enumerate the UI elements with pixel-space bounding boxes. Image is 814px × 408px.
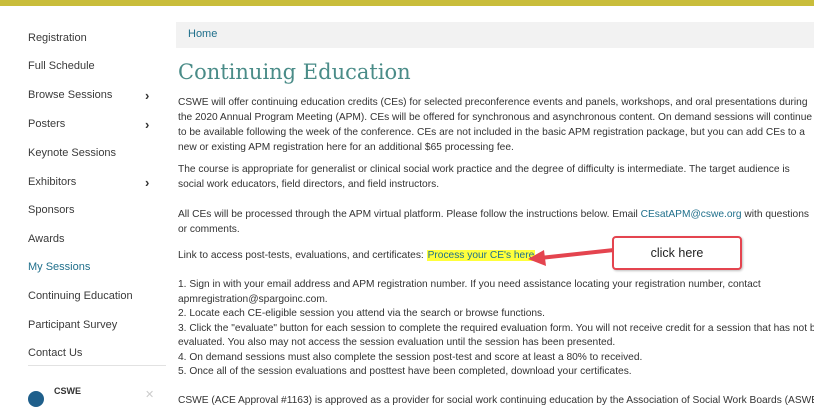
sidebar-item-full-schedule[interactable]: Full Schedule [0, 53, 166, 81]
sidebar-item-label: Posters [28, 118, 66, 130]
breadcrumb-home-link[interactable]: Home [188, 28, 217, 40]
breadcrumb: Home [176, 22, 814, 48]
chevron-right-icon: › [145, 88, 150, 103]
sidebar-item-label: Participant Survey [28, 319, 118, 331]
sidebar-item-sponsors[interactable]: Sponsors [0, 197, 166, 225]
steps-list: 1. Sign in with your email address and A… [178, 278, 814, 380]
instructions-paragraph: All CEs will be processed through the AP… [178, 207, 814, 237]
callout-label: click here [650, 246, 704, 260]
sidebar-nav: Registration Full Schedule Browse Sessio… [0, 14, 166, 406]
audience-paragraph: The course is appropriate for generalist… [178, 164, 790, 190]
sidebar-item-label: Full Schedule [28, 60, 95, 72]
click-here-callout: click here [612, 236, 742, 270]
cswe-logo[interactable]: CSWE [28, 384, 88, 407]
sidebar-item-label: Browse Sessions [28, 89, 113, 101]
step-5: 5. Once all of the session evaluations a… [178, 366, 632, 377]
sidebar-item-participant-survey[interactable]: Participant Survey [0, 312, 166, 340]
red-arrow-icon [528, 248, 615, 266]
sidebar-item-label: Continuing Education [28, 290, 133, 302]
step-1-email: apmregistration@spargoinc.com. [178, 293, 328, 305]
intro-paragraph: CSWE will offer continuing education cre… [178, 97, 813, 153]
sidebar-item-label: Contact Us [28, 347, 83, 359]
step-3-cont: evaluated. You also may not access the s… [178, 337, 616, 348]
step-4: 4. On demand sessions must also complete… [178, 351, 643, 363]
sidebar-item-posters[interactable]: Posters › [0, 111, 166, 139]
sidebar-item-label: Exhibitors [28, 176, 77, 188]
step-2: 2. Locate each CE-eligible session you a… [178, 308, 545, 319]
sidebar-item-exhibitors[interactable]: Exhibitors › [0, 169, 166, 197]
sidebar-item-label: Registration [28, 32, 87, 44]
instructions-text: All CEs will be processed through the AP… [178, 209, 641, 220]
chevron-right-icon: › [145, 175, 150, 190]
close-icon[interactable]: ✕ [145, 388, 154, 401]
step-3: 3. Click the "evaluate" button for each … [178, 322, 814, 334]
sidebar-item-continuing-education[interactable]: Continuing Education [0, 283, 166, 311]
logo-text: CSWE [54, 386, 81, 396]
sidebar-item-my-sessions[interactable]: My Sessions [0, 254, 166, 282]
email-link[interactable]: CEsatAPM@cswe.org [641, 209, 742, 220]
sidebar-item-registration[interactable]: Registration [0, 25, 166, 53]
logo-mark-icon [28, 391, 44, 407]
sidebar-item-awards[interactable]: Awards [0, 226, 166, 254]
sidebar-item-label: Keynote Sessions [28, 147, 117, 159]
page-title: Continuing Education [178, 60, 411, 84]
step-1: 1. Sign in with your email address and A… [178, 279, 761, 290]
sidebar-item-label: My Sessions [28, 261, 91, 273]
sidebar-item-label: Sponsors [28, 204, 75, 216]
sidebar-item-keynote-sessions[interactable]: Keynote Sessions [0, 140, 166, 168]
sidebar-item-contact-us[interactable]: Contact Us [0, 340, 166, 368]
sidebar-divider [28, 365, 166, 366]
chevron-right-icon: › [145, 117, 150, 132]
link-intro-text: Link to access post-tests, evaluations, … [178, 250, 427, 261]
process-ce-link[interactable]: Process your CE's here [426, 250, 536, 261]
top-accent-bar [0, 0, 814, 6]
sidebar-item-browse-sessions[interactable]: Browse Sessions › [0, 82, 166, 110]
sidebar-item-label: Awards [28, 233, 65, 245]
